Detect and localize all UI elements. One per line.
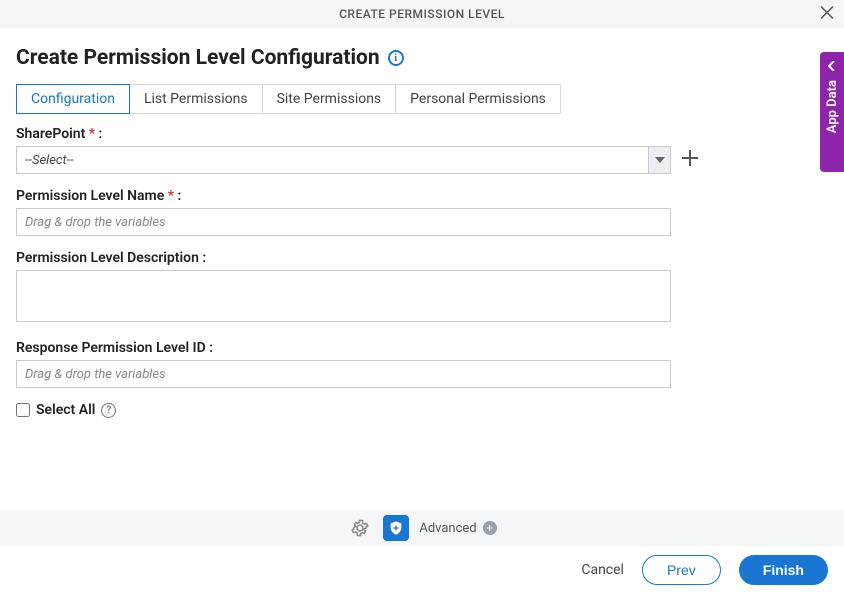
chevron-left-icon [828,60,836,74]
tab-bar: Configuration List Permissions Site Perm… [16,84,828,114]
chevron-down-icon[interactable] [648,147,670,173]
tab-personal-permissions[interactable]: Personal Permissions [395,84,561,114]
permission-level-description-input[interactable] [16,270,671,322]
bottom-toolbar: Advanced + [0,510,844,546]
settings-button[interactable] [347,515,373,541]
response-permission-level-id-label: Response Permission Level ID : [16,340,828,356]
sharepoint-select[interactable]: --Select-- [16,146,671,174]
permission-level-name-label: Permission Level Name * : [16,188,828,204]
info-icon[interactable]: i [388,50,404,66]
finish-button[interactable]: Finish [739,555,828,585]
select-all-checkbox[interactable] [16,403,30,417]
close-icon[interactable] [820,5,834,24]
page-title-row: Create Permission Level Configuration i [16,46,828,70]
tab-site-permissions[interactable]: Site Permissions [262,84,397,114]
permission-level-description-label: Permission Level Description : [16,250,828,266]
modal-title: CREATE PERMISSION LEVEL [339,7,505,21]
advanced-label: Advanced [419,521,476,536]
field-response-permission-level-id: Response Permission Level ID : [16,340,828,388]
sharepoint-label-text: SharePoint [16,126,85,142]
modal-body: Create Permission Level Configuration i … [0,28,844,418]
shield-button[interactable] [383,515,409,541]
cancel-button[interactable]: Cancel [581,562,624,578]
advanced-toggle[interactable]: Advanced + [419,521,496,536]
page-title: Create Permission Level Configuration [16,46,380,70]
help-icon[interactable]: ? [101,403,116,418]
tab-configuration[interactable]: Configuration [16,84,130,114]
permission-level-name-input[interactable] [16,208,671,236]
app-data-drawer[interactable]: App Data [820,52,844,172]
response-permission-level-id-input[interactable] [16,360,671,388]
select-all-row: Select All ? [16,402,828,418]
field-permission-level-description: Permission Level Description : [16,250,828,326]
modal-footer: Cancel Prev Finish [0,546,844,594]
required-asterisk: * [168,188,174,204]
permission-level-name-label-text: Permission Level Name [16,188,164,204]
sharepoint-select-value: --Select-- [17,147,648,173]
modal-header: CREATE PERMISSION LEVEL [0,0,844,28]
add-sharepoint-button[interactable] [681,149,699,172]
field-sharepoint: SharePoint * : --Select-- [16,126,828,174]
tab-list-permissions[interactable]: List Permissions [129,84,263,114]
field-permission-level-name: Permission Level Name * : [16,188,828,236]
required-asterisk: * [89,126,95,142]
plus-circle-icon: + [483,521,497,535]
sharepoint-label: SharePoint * : [16,126,828,142]
select-all-label: Select All [36,402,95,418]
app-data-label: App Data [825,80,840,133]
prev-button[interactable]: Prev [642,555,721,585]
